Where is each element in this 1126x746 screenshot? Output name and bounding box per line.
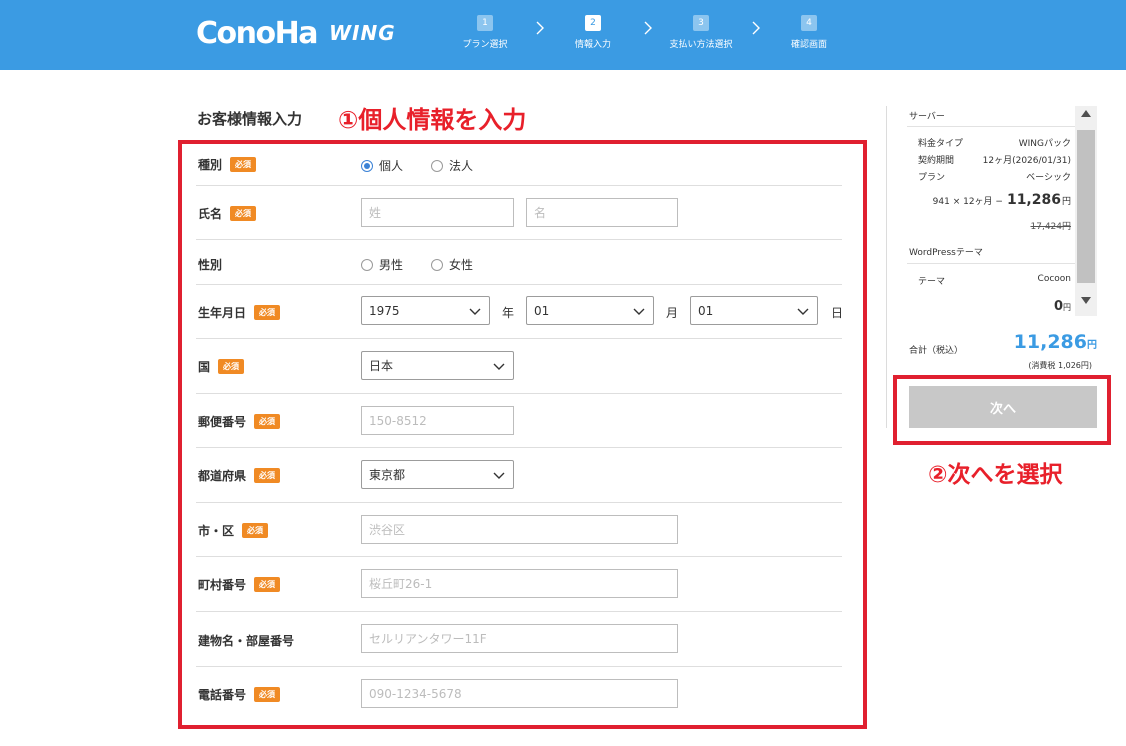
divider — [907, 126, 1075, 127]
chevron-right-icon — [536, 21, 544, 35]
step-number: 1 — [477, 15, 493, 31]
step-number: 4 — [801, 15, 817, 31]
scrollbar-thumb[interactable] — [1077, 130, 1095, 283]
step-confirm: 4 確認画面 — [764, 15, 854, 50]
theme-price-value: 0 — [1053, 299, 1063, 314]
calc-prefix: 941 × 12ヶ月 − — [932, 197, 1003, 207]
tax-note: (消費税 1,026円) — [1028, 361, 1092, 370]
page-title: お客様情報入力 — [197, 110, 303, 128]
total-label: 合計（税込） — [909, 346, 964, 356]
chevron-right-icon — [752, 21, 760, 35]
summary-value: WINGパック — [1018, 139, 1071, 149]
conoha-wing-logo[interactable]: ConoHa WING — [196, 15, 396, 51]
sidebar-divider — [886, 106, 887, 428]
step-label: 確認画面 — [790, 40, 827, 50]
chevron-right-icon — [644, 21, 652, 35]
scroll-down-icon[interactable] — [1081, 297, 1091, 304]
step-plan-select: 1 プラン選択 — [440, 15, 530, 50]
logo-sub-text: WING — [328, 21, 396, 45]
annotation-personal-info: ①個人情報を入力 — [338, 106, 527, 134]
price-calculation: 941 × 12ヶ月 − 11,286 円 — [933, 192, 1071, 208]
summary-value: ベーシック — [1026, 173, 1071, 183]
calc-price: 11,286 — [1006, 192, 1061, 208]
step-info-input: 2 情報入力 — [548, 15, 638, 50]
step-number: 3 — [693, 15, 709, 31]
summary-key: プラン — [918, 173, 946, 183]
step-label: 支払い方法選択 — [669, 40, 733, 50]
theme-value: Cocoon — [1037, 274, 1071, 284]
annotation-next-highlight — [893, 375, 1111, 445]
step-label: 情報入力 — [574, 40, 611, 50]
summary-key: 料金タイプ — [918, 139, 964, 149]
original-price: 17,424円 — [1030, 222, 1072, 232]
theme-price: 0円 — [1054, 299, 1071, 314]
summary-key: 契約期間 — [918, 156, 955, 166]
scroll-up-icon[interactable] — [1081, 110, 1091, 117]
server-heading: サーバー — [909, 112, 945, 122]
header-bar: ConoHa WING 1 プラン選択 2 情報入力 3 支払い方法選択 4 確… — [0, 0, 1126, 70]
annotation-next: ②次へを選択 — [928, 462, 1063, 488]
calc-unit: 円 — [1061, 197, 1071, 207]
annotation-form-highlight — [178, 140, 867, 729]
total-price: 11,286円 — [1014, 331, 1097, 353]
step-number: 2 — [585, 15, 601, 31]
divider — [907, 263, 1075, 264]
theme-price-unit: 円 — [1063, 303, 1071, 312]
wordpress-theme-heading: WordPressテーマ — [909, 248, 983, 258]
summary-scrollbar[interactable] — [1075, 106, 1097, 316]
total-price-unit: 円 — [1087, 340, 1097, 351]
step-label: プラン選択 — [462, 40, 508, 50]
logo-text: ConoHa — [196, 15, 318, 51]
total-price-value: 11,286 — [1013, 331, 1087, 353]
theme-key: テーマ — [918, 277, 946, 287]
order-summary-panel: サーバー 料金タイプ WINGパック 契約期間 12ヶ月(2026/01/31)… — [903, 106, 1097, 316]
summary-value: 12ヶ月(2026/01/31) — [982, 156, 1071, 166]
step-payment-select: 3 支払い方法選択 — [656, 15, 746, 50]
